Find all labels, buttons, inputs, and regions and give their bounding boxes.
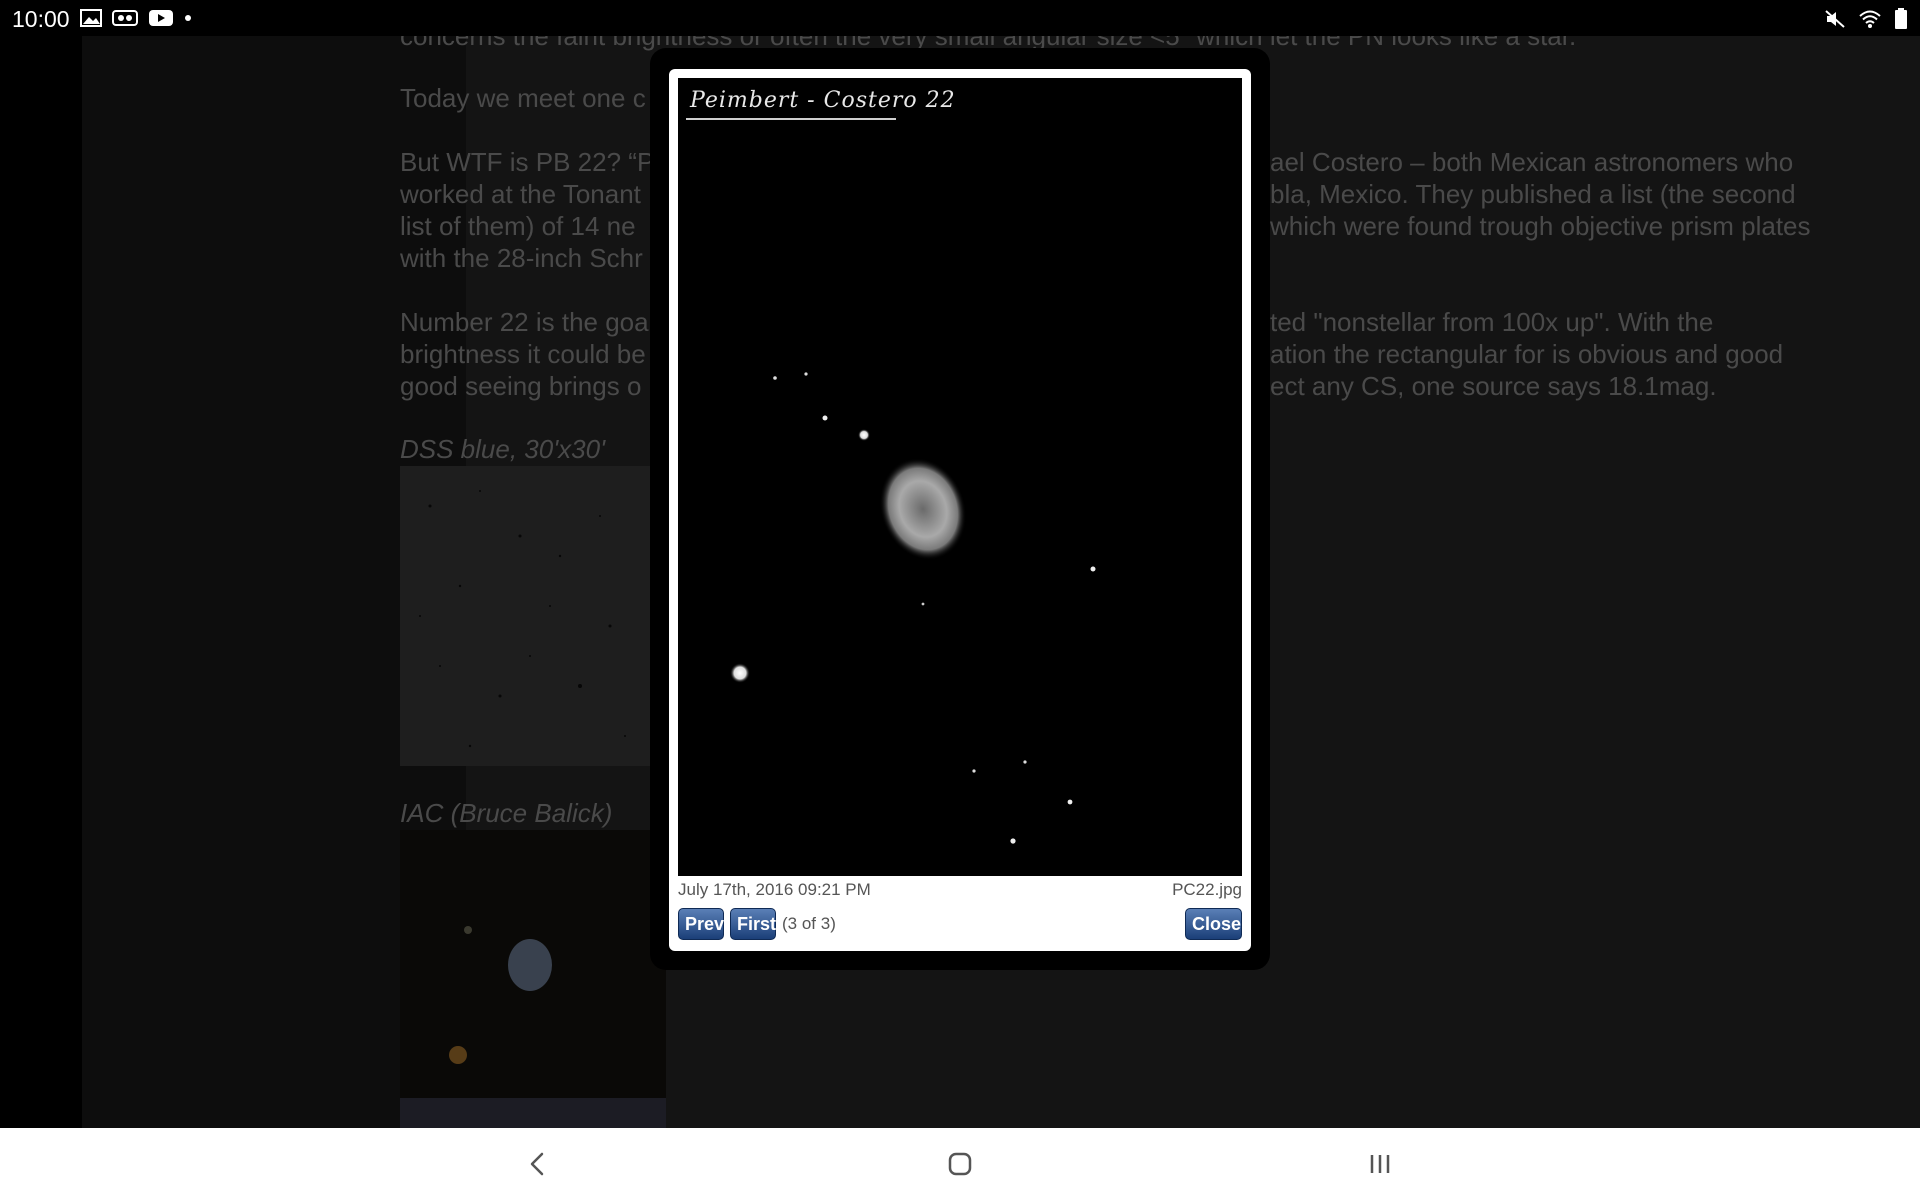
home-icon [948, 1152, 972, 1176]
article-para-3-right-1: ted "nonstellar from 100x up". With the [1270, 307, 1714, 337]
status-time: 10:00 [12, 6, 70, 32]
article-para-2-line-3: list of them) of 14 ne [400, 211, 636, 241]
article-para-2-right-1: ael Costero – both Mexican astronomers w… [1270, 147, 1794, 177]
article-para-3-right-3: ect any CS, one source says 18.1mag. [1270, 371, 1717, 401]
article-para-1: Today we meet one c [400, 83, 646, 113]
ds-icon [112, 10, 138, 26]
image-icon [80, 9, 102, 27]
photo-date: July 17th, 2016 09:21 PM [678, 880, 871, 899]
status-bar: 10:00 [0, 0, 1920, 36]
article-para-3-right-2: ation the rectangular for is obvious and… [1270, 339, 1784, 369]
navigation-bar [0, 1128, 1920, 1200]
prev-button[interactable]: Prev [678, 908, 724, 940]
wifi-icon [1859, 10, 1881, 28]
article-para-2-line-2: worked at the Tonant [400, 179, 641, 209]
article-para-2-line-1: But WTF is PB 22? “P [400, 147, 655, 177]
photo-title: Peimbert - Costero 22 [690, 88, 956, 113]
caption-dss: DSS blue, 30'x30' [400, 434, 606, 464]
youtube-icon [149, 10, 173, 26]
lightbox-photo[interactable]: Peimbert - Costero 22 [678, 78, 1242, 876]
close-button[interactable]: Close [1185, 908, 1242, 940]
article-para-2-right-2: bla, Mexico. They published a list (the … [1270, 179, 1796, 209]
iac-image[interactable] [400, 830, 666, 1128]
article-para-3-line-3: good seeing brings o [400, 371, 642, 401]
back-button[interactable] [518, 1144, 558, 1184]
image-counter: (3 of 3) [782, 914, 836, 933]
article-para-3-line-2: brightness it could be [400, 339, 646, 369]
article-para-2-right-3: which were found trough objective prism … [1270, 211, 1811, 241]
home-button[interactable] [940, 1144, 980, 1184]
recents-icon [1370, 1155, 1390, 1173]
recents-button[interactable] [1360, 1144, 1400, 1184]
photo-filename: PC22.jpg [1172, 880, 1242, 899]
dot-icon [185, 15, 191, 21]
caption-iac: IAC (Bruce Balick) [400, 798, 613, 828]
dss-image[interactable] [400, 466, 650, 766]
first-button[interactable]: First [730, 908, 776, 940]
back-icon [530, 1152, 544, 1176]
battery-icon [1895, 8, 1907, 29]
article-para-3-line-1: Number 22 is the goa [400, 307, 649, 337]
photo-title-underline [686, 118, 896, 120]
mute-icon [1825, 10, 1845, 28]
article-para-2-line-4: with the 28-inch Schr [400, 243, 643, 273]
